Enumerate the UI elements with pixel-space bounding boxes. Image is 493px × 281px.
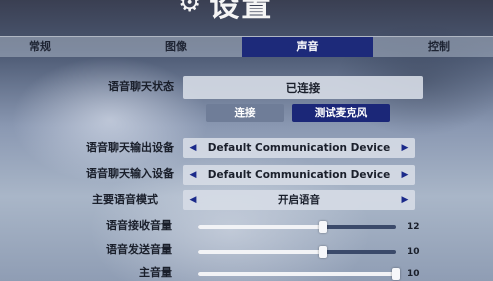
tab-graphics[interactable]: 图像 bbox=[146, 37, 206, 57]
test-mic-button[interactable]: 测试麦克风 bbox=[292, 104, 390, 122]
arrow-right-icon[interactable]: ▶ bbox=[395, 190, 415, 210]
tab-bar: 常规 图像 声音 控制 bbox=[0, 36, 493, 57]
gear-icon: ⚙ bbox=[178, 0, 204, 18]
voice-mode-select[interactable]: ◀ 开启语音 ▶ bbox=[183, 190, 415, 210]
arrow-right-icon[interactable]: ▶ bbox=[395, 165, 415, 185]
voice-chat-status-value: 已连接 bbox=[183, 76, 423, 99]
send-volume-value: 10 bbox=[407, 247, 420, 257]
receive-volume-slider[interactable] bbox=[198, 221, 396, 233]
slider-fill bbox=[198, 225, 323, 229]
connect-button[interactable]: 连接 bbox=[206, 104, 284, 122]
send-volume-slider[interactable] bbox=[198, 246, 396, 258]
master-volume-slider[interactable] bbox=[198, 268, 400, 280]
arrow-right-icon[interactable]: ▶ bbox=[395, 138, 415, 158]
master-volume-label: 主音量 bbox=[139, 266, 172, 279]
receive-volume-label: 语音接收音量 bbox=[106, 219, 172, 232]
master-volume-value: 10 bbox=[407, 269, 420, 279]
page-title: ⚙ 设置 bbox=[178, 0, 273, 24]
output-device-value: Default Communication Device bbox=[207, 142, 391, 154]
input-device-value: Default Communication Device bbox=[207, 169, 391, 181]
voice-mode-value: 开启语音 bbox=[278, 194, 320, 206]
slider-handle[interactable] bbox=[318, 221, 327, 233]
input-device-select[interactable]: ◀ Default Communication Device ▶ bbox=[183, 165, 415, 185]
arrow-left-icon[interactable]: ◀ bbox=[183, 165, 203, 185]
receive-volume-value: 12 bbox=[407, 222, 420, 232]
tab-audio[interactable]: 声音 bbox=[242, 37, 373, 57]
arrow-left-icon[interactable]: ◀ bbox=[183, 138, 203, 158]
slider-handle[interactable] bbox=[392, 268, 400, 280]
input-device-label: 语音聊天输入设备 bbox=[86, 167, 174, 180]
tab-general[interactable]: 常规 bbox=[10, 37, 70, 57]
voice-chat-status-label: 语音聊天状态 bbox=[108, 80, 174, 93]
send-volume-label: 语音发送音量 bbox=[106, 243, 172, 256]
output-device-select[interactable]: ◀ Default Communication Device ▶ bbox=[183, 138, 415, 158]
output-device-label: 语音聊天输出设备 bbox=[86, 141, 174, 154]
page-title-text: 设置 bbox=[209, 0, 274, 24]
tab-controls[interactable]: 控制 bbox=[410, 37, 468, 57]
slider-fill bbox=[198, 250, 323, 254]
voice-mode-label: 主要语音模式 bbox=[92, 193, 158, 206]
slider-handle[interactable] bbox=[318, 246, 327, 258]
slider-fill bbox=[198, 272, 396, 276]
arrow-left-icon[interactable]: ◀ bbox=[183, 190, 203, 210]
